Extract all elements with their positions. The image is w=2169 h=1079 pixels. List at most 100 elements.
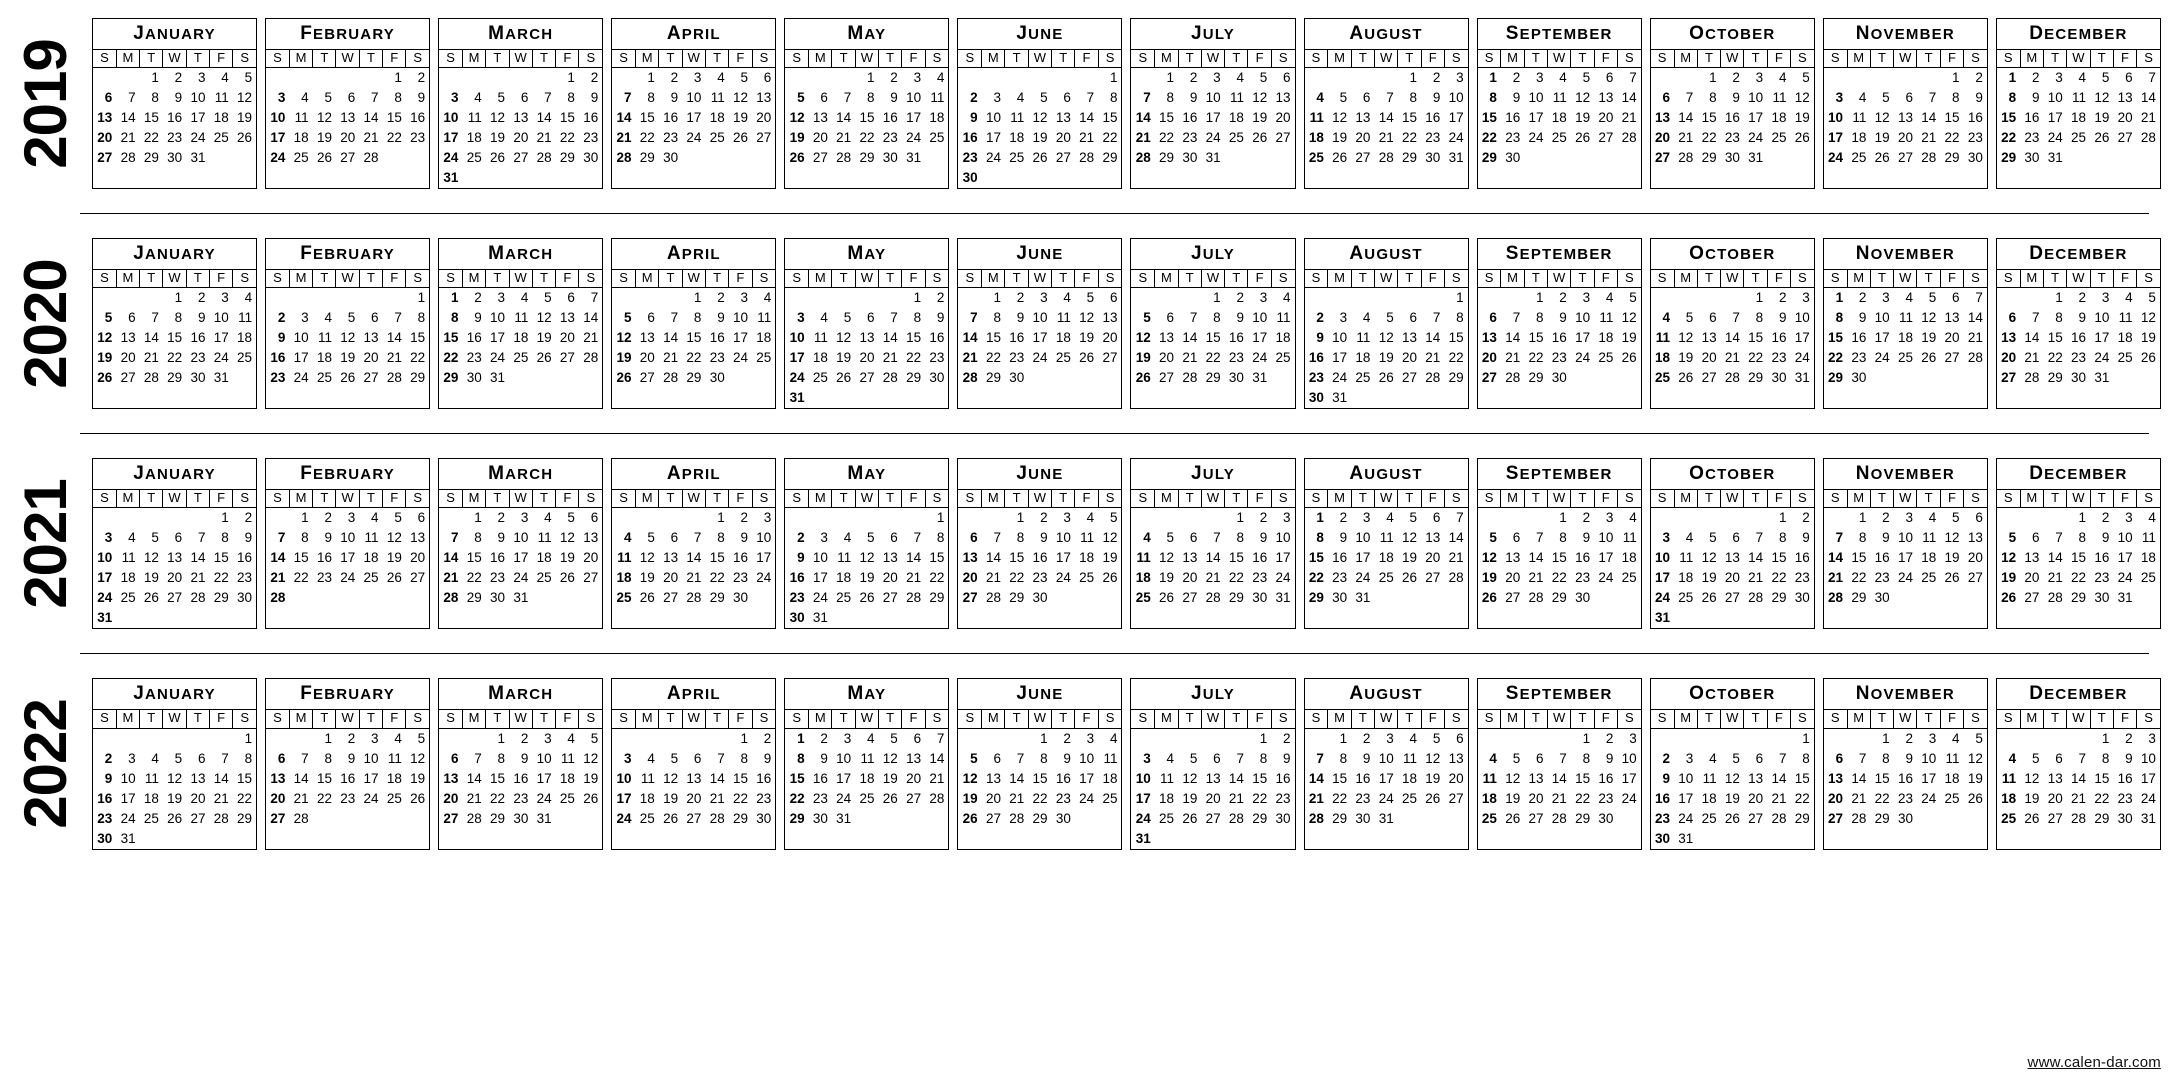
day-cell[interactable]: 7 [462, 749, 485, 769]
day-cell[interactable]: 28 [1847, 809, 1870, 829]
day-cell[interactable]: 20 [1997, 348, 2020, 368]
day-cell[interactable]: 12 [1421, 749, 1444, 769]
day-cell[interactable]: 21 [1421, 348, 1444, 368]
day-cell[interactable]: 9 [1571, 528, 1594, 548]
day-cell[interactable]: 19 [1721, 789, 1744, 809]
day-cell[interactable]: 7 [1501, 308, 1524, 328]
day-cell[interactable]: 25 [116, 588, 139, 608]
day-cell[interactable]: 27 [439, 809, 462, 829]
day-cell[interactable]: 13 [879, 548, 902, 568]
day-cell[interactable]: 3 [682, 68, 705, 89]
day-cell[interactable]: 24 [509, 568, 532, 588]
day-cell[interactable]: 13 [2043, 769, 2066, 789]
day-cell[interactable]: 16 [93, 789, 116, 809]
day-cell[interactable]: 20 [406, 548, 429, 568]
day-cell[interactable]: 25 [2113, 348, 2136, 368]
month-box-june-2019[interactable]: JUNE S M T W T F S 1 2 3 4 5 6 7 8 9 10 11 12 13 14 15 16 17 18 19… [957, 18, 1123, 190]
day-cell[interactable]: 20 [1444, 769, 1467, 789]
day-cell[interactable]: 19 [1617, 328, 1640, 348]
day-cell[interactable]: 10 [359, 749, 382, 769]
day-cell[interactable]: 27 [902, 789, 925, 809]
day-cell[interactable]: 29 [1697, 148, 1720, 168]
day-cell[interactable]: 5 [532, 288, 555, 309]
day-cell[interactable]: 17 [1824, 128, 1847, 148]
day-cell[interactable]: 7 [1847, 749, 1870, 769]
day-cell[interactable]: 7 [1374, 88, 1397, 108]
day-cell[interactable]: 26 [636, 588, 659, 608]
day-cell[interactable]: 16 [406, 108, 429, 128]
day-cell[interactable]: 10 [1824, 108, 1847, 128]
day-cell[interactable]: 31 [1131, 829, 1154, 849]
day-cell[interactable]: 17 [1075, 769, 1098, 789]
day-cell[interactable]: 17 [1351, 548, 1374, 568]
day-cell[interactable]: 31 [1651, 608, 1674, 628]
day-cell[interactable]: 20 [682, 789, 705, 809]
day-cell[interactable]: 11 [289, 108, 312, 128]
month-box-march-2022[interactable]: MARCH S M T W T F S 1 2 3 4 5 6 7 8 9 10 11 12 13 14 15 16 17 18 1… [438, 678, 604, 850]
day-cell[interactable]: 27 [1271, 128, 1294, 148]
day-cell[interactable]: 29 [1248, 809, 1271, 829]
day-cell[interactable]: 27 [359, 368, 382, 388]
day-cell[interactable]: 20 [1697, 348, 1720, 368]
day-cell[interactable]: 23 [1271, 789, 1294, 809]
day-cell[interactable]: 30 [93, 829, 116, 849]
day-cell[interactable]: 4 [1594, 288, 1617, 309]
day-cell[interactable]: 8 [1790, 749, 1813, 769]
day-cell[interactable]: 14 [186, 548, 209, 568]
day-cell[interactable]: 27 [1098, 348, 1121, 368]
day-cell[interactable]: 1 [233, 728, 256, 749]
day-cell[interactable]: 17 [2090, 328, 2113, 348]
day-cell[interactable]: 26 [1571, 128, 1594, 148]
day-cell[interactable]: 28 [1225, 809, 1248, 829]
day-cell[interactable]: 14 [289, 769, 312, 789]
day-cell[interactable]: 2 [1271, 728, 1294, 749]
day-cell[interactable]: 12 [579, 749, 602, 769]
day-cell[interactable]: 19 [1178, 789, 1201, 809]
day-cell[interactable]: 6 [1178, 528, 1201, 548]
day-cell[interactable]: 3 [359, 728, 382, 749]
day-cell[interactable]: 11 [1651, 328, 1674, 348]
day-cell[interactable]: 27 [1997, 368, 2020, 388]
day-cell[interactable]: 8 [2067, 528, 2090, 548]
day-cell[interactable]: 8 [486, 749, 509, 769]
day-cell[interactable]: 19 [579, 769, 602, 789]
day-cell[interactable]: 31 [1271, 588, 1294, 608]
day-cell[interactable]: 6 [1421, 508, 1444, 529]
day-cell[interactable]: 4 [1548, 68, 1571, 89]
day-cell[interactable]: 26 [1964, 789, 1987, 809]
day-cell[interactable]: 26 [1398, 568, 1421, 588]
day-cell[interactable]: 23 [879, 128, 902, 148]
day-cell[interactable]: 18 [116, 568, 139, 588]
day-cell[interactable]: 22 [1697, 128, 1720, 148]
day-cell[interactable]: 9 [336, 749, 359, 769]
day-cell[interactable]: 8 [1005, 528, 1028, 548]
day-cell[interactable]: 23 [1594, 789, 1617, 809]
day-cell[interactable]: 28 [982, 588, 1005, 608]
day-cell[interactable]: 20 [359, 348, 382, 368]
day-cell[interactable]: 13 [93, 108, 116, 128]
day-cell[interactable]: 13 [1524, 769, 1547, 789]
month-box-february-2020[interactable]: FEBRUARY S M T W T F S 1 2 3 4 5 6 7 8 9 10 11 12 13 14 15 16 17… [265, 238, 431, 410]
day-cell[interactable]: 30 [1721, 148, 1744, 168]
day-cell[interactable]: 17 [1328, 348, 1351, 368]
day-cell[interactable]: 7 [1201, 528, 1224, 548]
day-cell[interactable]: 22 [1571, 789, 1594, 809]
day-cell[interactable]: 7 [1767, 749, 1790, 769]
day-cell[interactable]: 13 [659, 548, 682, 568]
day-cell[interactable]: 12 [612, 328, 635, 348]
day-cell[interactable]: 12 [1248, 88, 1271, 108]
day-cell[interactable]: 14 [925, 749, 948, 769]
day-cell[interactable]: 29 [1155, 148, 1178, 168]
month-box-november-2019[interactable]: NOVEMBER S M T W T F S 1 2 3 4 5 6 7 8 9 10 11 12 13 14 15 16 17… [1822, 18, 1988, 190]
day-cell[interactable]: 15 [925, 548, 948, 568]
day-cell[interactable]: 31 [439, 168, 462, 188]
day-cell[interactable]: 26 [958, 809, 981, 829]
day-cell[interactable]: 20 [1964, 548, 1987, 568]
day-cell[interactable]: 10 [1271, 528, 1294, 548]
day-cell[interactable]: 17 [2137, 769, 2160, 789]
day-cell[interactable]: 14 [1075, 108, 1098, 128]
day-cell[interactable]: 4 [2067, 68, 2090, 89]
month-box-october-2022[interactable]: OCTOBER S M T W T F S 1 2 3 4 5 6 7 8 9 10 11 12 13 14 15 16 17 1… [1649, 678, 1815, 850]
day-cell[interactable]: 4 [2137, 508, 2160, 529]
day-cell[interactable]: 18 [1374, 548, 1397, 568]
